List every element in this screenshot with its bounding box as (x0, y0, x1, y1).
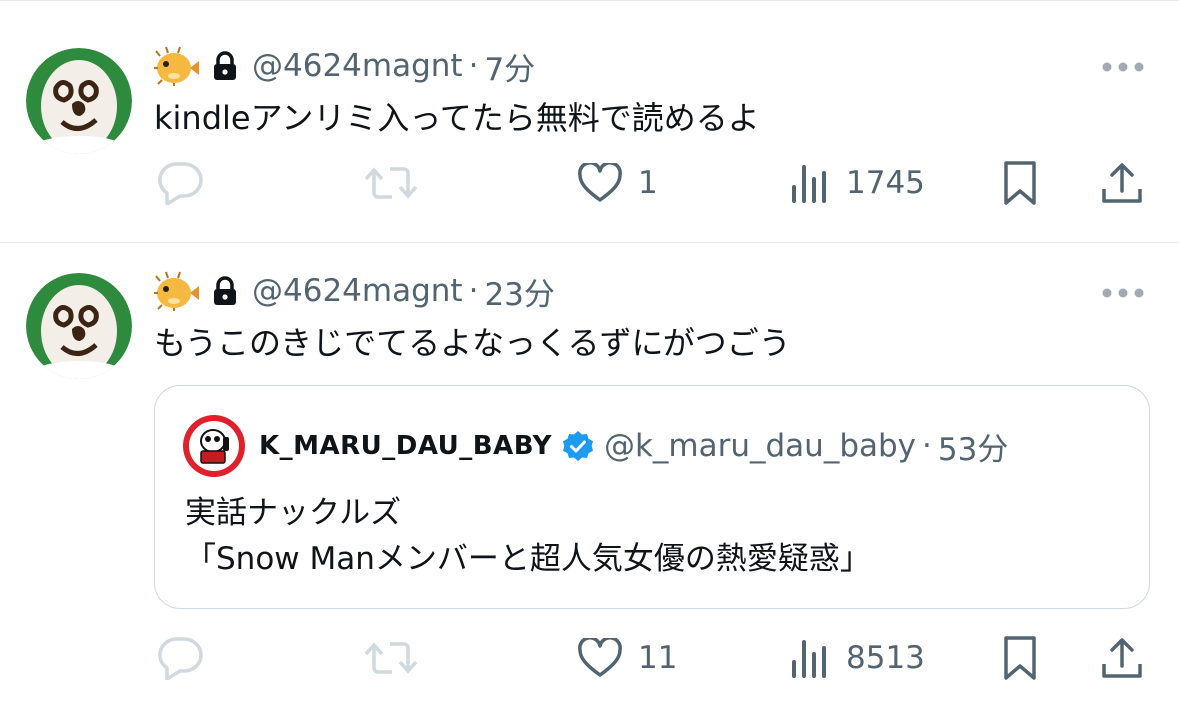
like-count: 1 (638, 165, 658, 201)
retweet-icon (364, 167, 418, 199)
retweet-button[interactable] (364, 633, 418, 683)
lock-icon (214, 276, 236, 305)
bookmark-icon (1004, 636, 1036, 680)
bookmark-icon (1004, 161, 1036, 205)
tweet[interactable]: @4624magnt · 7分 kindleアンリミ入ってたら無料で読めるよ 1… (0, 0, 1179, 242)
tweet-text: kindleアンリミ入ってたら無料で読めるよ (154, 99, 760, 137)
author-handle[interactable]: @4624magnt (252, 48, 463, 84)
views-icon (792, 165, 826, 203)
author-handle[interactable]: @4624magnt (252, 273, 463, 309)
avatar[interactable] (26, 273, 132, 379)
lock-icon (214, 51, 236, 80)
bookmark-button[interactable] (1002, 633, 1038, 683)
quote-author-handle[interactable]: @k_maru_dau_baby (604, 428, 916, 464)
retweet-button[interactable] (364, 158, 418, 208)
view-count: 8513 (846, 640, 925, 676)
retweet-icon (364, 642, 418, 674)
tweet-header: @4624magnt · 7分 (154, 44, 535, 88)
more-icon[interactable] (1101, 286, 1145, 300)
share-button[interactable] (1100, 158, 1144, 208)
action-bar: 1 1745 (0, 158, 1179, 208)
share-button[interactable] (1100, 633, 1144, 683)
like-count: 11 (638, 640, 678, 676)
separator-dot: · (922, 428, 932, 464)
puffer-fish-emoji (154, 46, 199, 86)
reply-icon (158, 162, 203, 205)
quote-author-name[interactable]: K_MARU_DAU_BABY (259, 431, 552, 461)
avatar[interactable] (26, 48, 132, 154)
reply-button[interactable] (156, 158, 204, 208)
verified-icon (562, 431, 593, 461)
views-button[interactable]: 1745 (790, 158, 925, 208)
like-button[interactable]: 1 (578, 158, 658, 208)
quote-text-line: 「Snow Manメンバーと超人気女優の熱愛疑惑」 (185, 541, 871, 577)
like-button[interactable]: 11 (578, 633, 677, 683)
timestamp[interactable]: 23分 (484, 269, 554, 314)
quoted-tweet[interactable]: K_MARU_DAU_BABY @k_maru_dau_baby · 53分 実… (154, 385, 1150, 609)
quote-header: K_MARU_DAU_BABY @k_maru_dau_baby · 53分 (183, 414, 1008, 478)
share-icon (1102, 638, 1142, 678)
tweet-text: もうこのきじでてるよなっくるずにがつごう (154, 324, 791, 362)
puffer-fish-emoji (154, 271, 199, 311)
bookmark-button[interactable] (1002, 158, 1038, 208)
quote-avatar[interactable] (183, 415, 245, 477)
timestamp[interactable]: 7分 (484, 44, 535, 89)
tweet[interactable]: @4624magnt · 23分 もうこのきじでてるよなっくるずにがつごう K_… (0, 243, 1179, 706)
tweet-header: @4624magnt · 23分 (154, 269, 555, 313)
separator-dot: · (468, 273, 479, 309)
action-bar: 11 8513 (0, 633, 1179, 683)
views-button[interactable]: 8513 (790, 633, 925, 683)
view-count: 1745 (846, 165, 925, 201)
like-icon (578, 638, 622, 677)
share-icon (1102, 163, 1142, 203)
reply-icon (158, 637, 203, 680)
reply-button[interactable] (156, 633, 204, 683)
like-icon (578, 163, 622, 202)
quote-text: 実話ナックルズ 「Snow Manメンバーと超人気女優の熱愛疑惑」 (185, 490, 871, 582)
separator-dot: · (468, 48, 479, 84)
quote-text-line: 実話ナックルズ (185, 495, 402, 531)
more-icon[interactable] (1101, 60, 1145, 74)
views-icon (792, 640, 826, 678)
quote-timestamp[interactable]: 53分 (938, 424, 1008, 469)
